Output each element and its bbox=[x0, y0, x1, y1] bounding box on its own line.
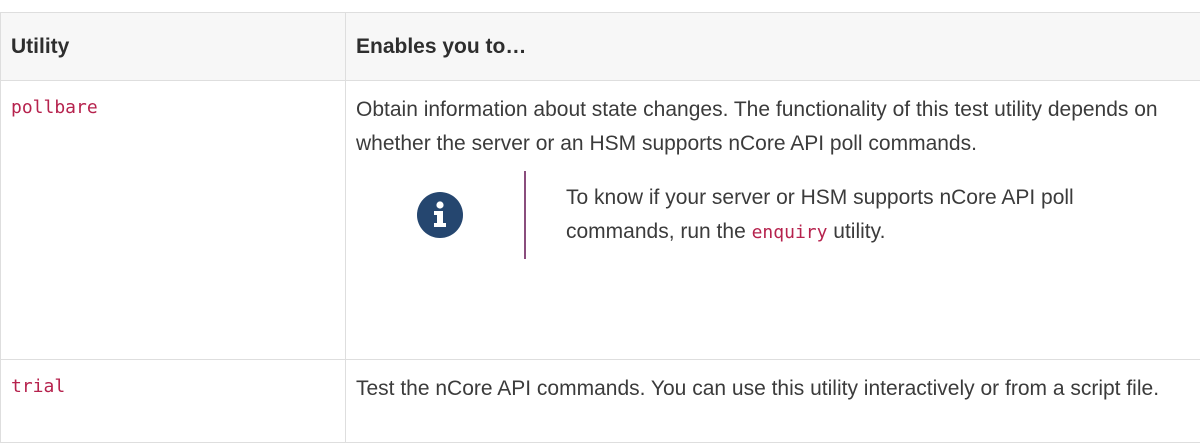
description-cell: Obtain information about state changes. … bbox=[346, 81, 1200, 360]
utility-description: Test the nCore API commands. You can use… bbox=[356, 372, 1184, 406]
table-row: pollbare Obtain information about state … bbox=[1, 81, 1200, 360]
enquiry-code: enquiry bbox=[752, 222, 828, 243]
utility-name: trial bbox=[11, 376, 65, 397]
table-row: trial Test the nCore API commands. You c… bbox=[1, 360, 1200, 443]
note-text: To know if your server or HSM supports n… bbox=[566, 181, 1106, 250]
column-header-enables: Enables you to… bbox=[346, 13, 1200, 81]
note-icon-container bbox=[356, 192, 524, 238]
note-divider bbox=[524, 171, 526, 259]
info-icon bbox=[417, 192, 463, 238]
utility-name: pollbare bbox=[11, 97, 98, 118]
table-header-row: Utility Enables you to… bbox=[1, 13, 1200, 81]
info-note: To know if your server or HSM supports n… bbox=[356, 171, 1184, 259]
description-cell: Test the nCore API commands. You can use… bbox=[346, 360, 1200, 443]
utility-cell: pollbare bbox=[1, 81, 346, 360]
note-text-after: utility. bbox=[827, 220, 885, 243]
utilities-table: Utility Enables you to… pollbare Obtain … bbox=[0, 12, 1200, 443]
utility-cell: trial bbox=[1, 360, 346, 443]
utility-description: Obtain information about state changes. … bbox=[356, 93, 1184, 161]
column-header-utility: Utility bbox=[1, 13, 346, 81]
